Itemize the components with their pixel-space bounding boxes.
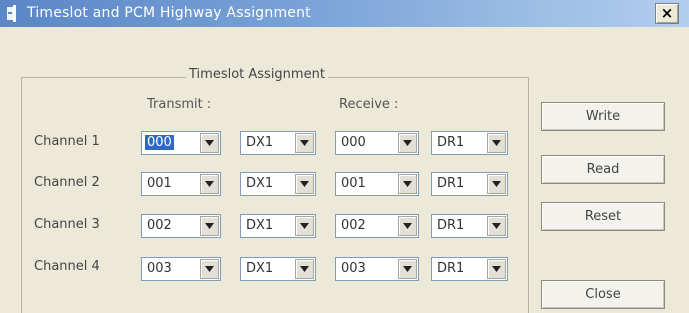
channel-4-label: Channel 4 [34, 259, 100, 274]
channel-1-label: Channel 1 [34, 134, 100, 149]
select-value: DX1 [246, 261, 274, 276]
select-value: 003 [341, 261, 366, 276]
channel-1-rx-slot-select[interactable]: 000 [335, 131, 419, 155]
chevron-down-icon[interactable] [200, 133, 219, 153]
chevron-down-icon[interactable] [487, 216, 506, 236]
select-value: 001 [147, 176, 172, 191]
channel-1-rx-highway-select[interactable]: DR1 [431, 131, 508, 155]
chevron-down-icon[interactable] [487, 259, 506, 279]
select-value: 002 [341, 218, 366, 233]
select-value: 001 [341, 176, 366, 191]
select-value: 002 [147, 218, 172, 233]
select-value: DR1 [437, 218, 465, 233]
chevron-down-icon[interactable] [398, 133, 417, 153]
read-button[interactable]: Read [541, 155, 665, 184]
channel-1-tx-highway-select[interactable]: DX1 [240, 131, 316, 155]
select-value: DX1 [246, 135, 274, 150]
channel-2-rx-highway-select[interactable]: DR1 [431, 172, 508, 196]
close-icon: × [660, 4, 674, 22]
chevron-down-icon[interactable] [200, 216, 219, 236]
close-window-button[interactable]: × [655, 3, 679, 24]
title-bar: Timeslot and PCM Highway Assignment × [0, 0, 689, 27]
chevron-down-icon[interactable] [200, 174, 219, 194]
chevron-down-icon[interactable] [487, 133, 506, 153]
app-icon [7, 5, 16, 22]
receive-header: Receive : [339, 97, 399, 112]
channel-4-rx-highway-select[interactable]: DR1 [431, 257, 508, 281]
select-value: 003 [147, 261, 172, 276]
window-title: Timeslot and PCM Highway Assignment [27, 5, 311, 21]
channel-2-tx-highway-select[interactable]: DX1 [240, 172, 316, 196]
chevron-down-icon[interactable] [398, 259, 417, 279]
chevron-down-icon[interactable] [295, 174, 314, 194]
channel-3-rx-highway-select[interactable]: DR1 [431, 214, 508, 238]
chevron-down-icon[interactable] [295, 216, 314, 236]
transmit-header: Transmit : [147, 97, 212, 112]
channel-1-tx-slot-select[interactable]: 000 [141, 131, 221, 155]
chevron-down-icon[interactable] [398, 174, 417, 194]
channel-2-label: Channel 2 [34, 175, 100, 190]
group-title: Timeslot Assignment [186, 67, 328, 82]
select-value: 000 [145, 135, 174, 150]
channel-2-rx-slot-select[interactable]: 001 [335, 172, 419, 196]
select-value: DR1 [437, 135, 465, 150]
channel-2-tx-slot-select[interactable]: 001 [141, 172, 221, 196]
close-button[interactable]: Close [541, 280, 665, 309]
chevron-down-icon[interactable] [295, 133, 314, 153]
write-button[interactable]: Write [541, 102, 665, 131]
channel-4-rx-slot-select[interactable]: 003 [335, 257, 419, 281]
channel-3-rx-slot-select[interactable]: 002 [335, 214, 419, 238]
channel-4-tx-highway-select[interactable]: DX1 [240, 257, 316, 281]
chevron-down-icon[interactable] [487, 174, 506, 194]
chevron-down-icon[interactable] [398, 216, 417, 236]
select-value: DR1 [437, 176, 465, 191]
channel-3-tx-slot-select[interactable]: 002 [141, 214, 221, 238]
select-value: DX1 [246, 218, 274, 233]
select-value: 000 [341, 135, 366, 150]
chevron-down-icon[interactable] [200, 259, 219, 279]
reset-button[interactable]: Reset [541, 202, 665, 231]
channel-3-label: Channel 3 [34, 217, 100, 232]
channel-3-tx-highway-select[interactable]: DX1 [240, 214, 316, 238]
select-value: DR1 [437, 261, 465, 276]
channel-4-tx-slot-select[interactable]: 003 [141, 257, 221, 281]
select-value: DX1 [246, 176, 274, 191]
chevron-down-icon[interactable] [295, 259, 314, 279]
